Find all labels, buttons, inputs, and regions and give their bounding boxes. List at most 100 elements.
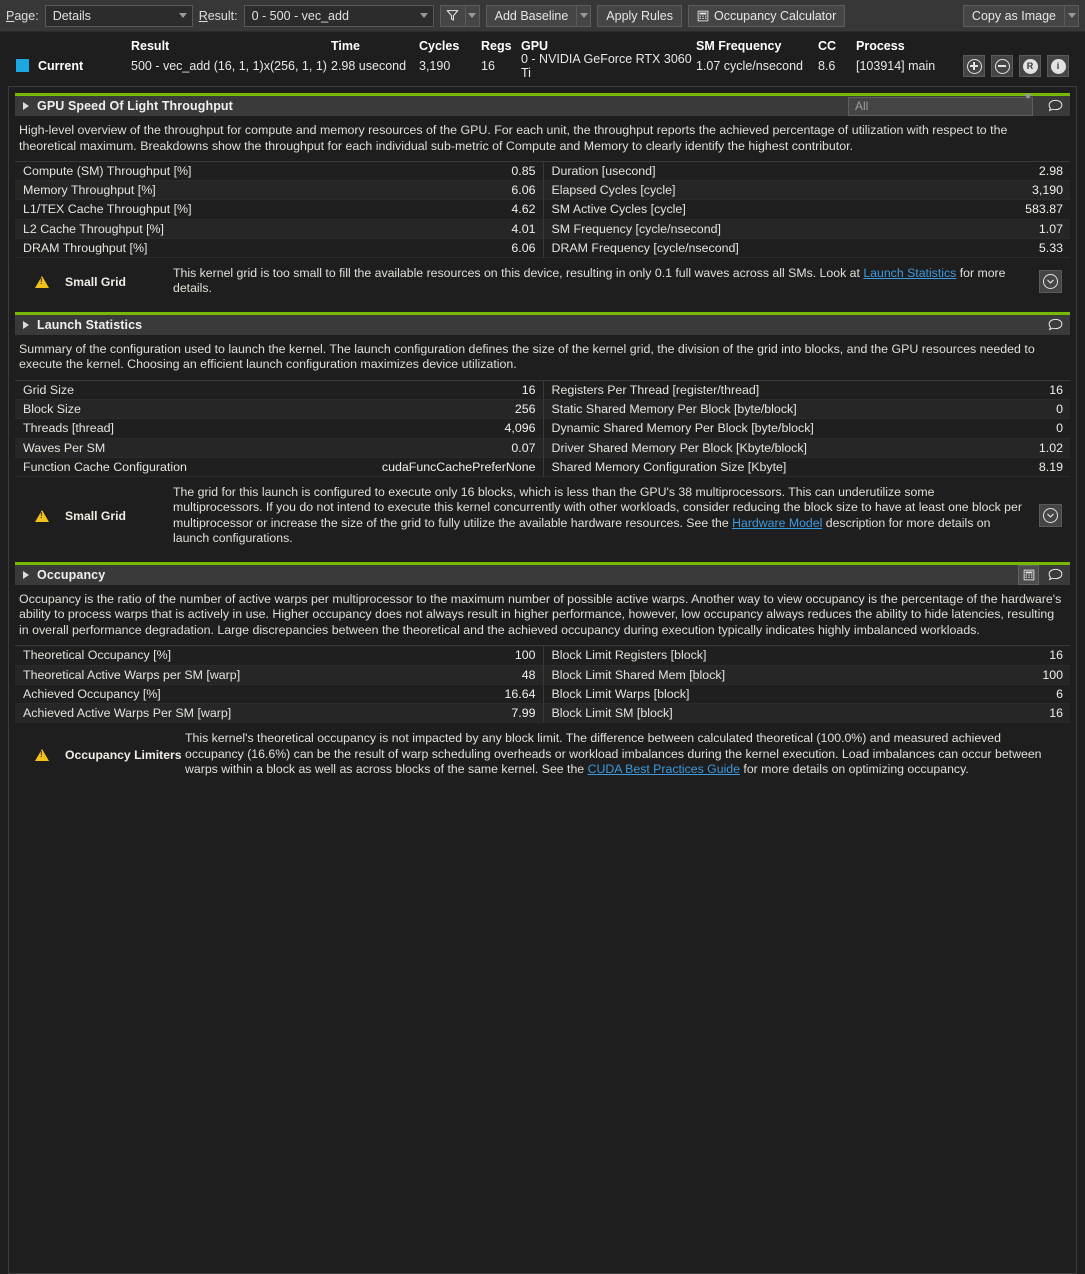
comment-button[interactable] xyxy=(1045,96,1066,116)
rule-link[interactable]: Launch Statistics xyxy=(863,266,956,280)
summary-col-gpu: GPU xyxy=(521,39,549,53)
metric-name: DRAM Throughput [%] xyxy=(23,240,148,255)
metric-name: Compute (SM) Throughput [%] xyxy=(23,164,192,179)
metrics-table: Theoretical Occupancy [%] 100 Block Limit… xyxy=(15,645,1070,724)
section-header[interactable]: Launch Statistics xyxy=(15,311,1070,335)
section-title: Launch Statistics xyxy=(37,317,143,332)
color-swatch xyxy=(16,59,29,72)
metric-value: 16 xyxy=(521,383,536,398)
metric-value: cudaFuncCachePreferNone xyxy=(381,459,536,474)
summary-row-time: 2.98 usecond xyxy=(331,59,407,73)
metric-row: Registers Per Thread [register/thread] 16 xyxy=(542,380,1070,401)
section-occupancy: Occupancy Occupancy is the ratio of the … xyxy=(15,561,1070,787)
result-select[interactable]: 0 - 500 - vec_add xyxy=(243,4,434,27)
rule-row: Occupancy Limiters This kernel's theoret… xyxy=(15,723,1070,787)
copy-as-image-dropdown-button[interactable] xyxy=(1065,4,1079,27)
metric-name: L1/TEX Cache Throughput [%] xyxy=(23,202,192,217)
rule-action-button[interactable] xyxy=(1039,504,1062,528)
metric-row: Duration [usecond] 2.98 xyxy=(542,162,1070,182)
metric-name: Block Limit Registers [block] xyxy=(551,648,707,663)
occupancy-calculator-button[interactable]: Occupancy Calculator xyxy=(687,4,846,27)
warning-icon-wrap xyxy=(19,509,65,523)
rule-row: Small Grid The grid for this launch is c… xyxy=(15,477,1070,556)
summary-row-label: Current xyxy=(16,59,131,73)
metric-row: Compute (SM) Throughput [%] 0.85 xyxy=(15,162,543,182)
metric-row: DRAM Throughput [%] 6.06 xyxy=(15,238,543,258)
info-icon: i xyxy=(1050,58,1066,74)
main-toolbar: Page: Details Result: 0 - 500 - vec_add … xyxy=(0,0,1085,32)
metric-row: Shared Memory Configuration Size [Kbyte]… xyxy=(542,457,1070,477)
metric-row: Driver Shared Memory Per Block [Kbyte/bl… xyxy=(542,438,1070,458)
occupancy-calculator-section-button[interactable] xyxy=(1018,564,1039,585)
reset-button[interactable]: R xyxy=(1019,55,1041,77)
comment-button[interactable] xyxy=(1045,315,1066,335)
metric-name: L2 Cache Throughput [%] xyxy=(23,221,164,236)
filter-button[interactable] xyxy=(439,4,466,27)
rule-row: Small Grid This kernel grid is too small… xyxy=(15,258,1070,306)
result-select-value: 0 - 500 - vec_add xyxy=(251,8,349,23)
metric-value: 16 xyxy=(1049,648,1063,663)
reset-icon: R xyxy=(1022,58,1038,74)
rule-action-button[interactable] xyxy=(1039,269,1062,293)
section-description: High-level overview of the throughput fo… xyxy=(19,123,1008,153)
filter-group xyxy=(439,4,480,27)
page-select[interactable]: Details xyxy=(44,4,193,27)
metric-row: Achieved Occupancy [%] 16.64 xyxy=(15,684,543,704)
rule-name: Small Grid xyxy=(65,509,126,524)
warning-icon xyxy=(35,510,49,523)
copy-as-image-button[interactable]: Copy as Image xyxy=(962,4,1065,27)
info-button[interactable]: i xyxy=(1047,55,1069,77)
metric-value: 7.99 xyxy=(511,706,536,721)
metric-value: 1.02 xyxy=(1038,440,1063,455)
metric-value: 0.85 xyxy=(511,164,536,179)
filter-dropdown-button[interactable] xyxy=(465,4,480,27)
metric-value: 583.87 xyxy=(1025,202,1063,217)
metric-row: Memory Throughput [%] 6.06 xyxy=(15,181,543,201)
expand-triangle-icon[interactable] xyxy=(23,570,29,579)
chevron-down-icon xyxy=(415,6,433,26)
funnel-icon xyxy=(446,10,459,21)
comment-icon xyxy=(1048,318,1063,331)
summary-row-sm-frequency: 1.07 cycle/nsecond xyxy=(696,59,804,73)
details-panel: GPU Speed Of Light Throughput All High-l… xyxy=(8,86,1077,1274)
rule-link[interactable]: Hardware Model xyxy=(732,516,822,530)
metric-name: Grid Size xyxy=(23,383,74,398)
zoom-in-icon xyxy=(966,58,982,74)
expand-triangle-icon[interactable] xyxy=(23,102,29,110)
comment-button[interactable] xyxy=(1045,565,1066,585)
metric-value: 8.19 xyxy=(1038,459,1063,474)
metric-name: Block Limit Shared Mem [block] xyxy=(551,667,726,682)
chevron-down-icon xyxy=(174,6,192,26)
metric-row: Block Limit Registers [block] 16 xyxy=(542,646,1070,666)
summary-row-process: [103914] main xyxy=(856,59,936,73)
metric-name: SM Frequency [cycle/nsecond] xyxy=(551,221,721,236)
metric-value: 6 xyxy=(1056,686,1063,701)
metric-row: SM Frequency [cycle/nsecond] 1.07 xyxy=(542,219,1070,239)
summary-current-row[interactable]: Current 500 - vec_add (16, 1, 1)x(256, 1… xyxy=(0,52,1085,80)
apply-rules-button[interactable]: Apply Rules xyxy=(597,4,682,27)
zoom-out-button[interactable] xyxy=(991,55,1013,77)
metric-name: Achieved Active Warps Per SM [warp] xyxy=(23,706,232,721)
zoom-in-button[interactable] xyxy=(963,55,985,77)
expand-triangle-icon[interactable] xyxy=(23,320,29,329)
metric-value: 4,096 xyxy=(504,421,536,436)
summary-col-cycles: Cycles xyxy=(419,39,460,53)
page-label: Page: xyxy=(6,8,39,23)
section-filter-select[interactable]: All xyxy=(848,94,1033,116)
chevron-down-icon xyxy=(1024,94,1032,113)
page-select-value: Details xyxy=(52,8,91,23)
calculator-icon xyxy=(697,10,709,21)
metric-row: Dynamic Shared Memory Per Block [byte/bl… xyxy=(542,419,1070,439)
add-baseline-button[interactable]: Add Baseline xyxy=(485,4,578,27)
metric-value: 5.33 xyxy=(1038,240,1063,255)
section-header[interactable]: GPU Speed Of Light Throughput All xyxy=(15,93,1070,116)
metric-name: Threads [thread] xyxy=(23,421,114,436)
rule-link[interactable]: CUDA Best Practices Guide xyxy=(588,762,740,776)
add-baseline-dropdown-button[interactable] xyxy=(577,4,592,27)
metric-row: Block Limit SM [block] 16 xyxy=(542,703,1070,724)
rule-name: Small Grid xyxy=(65,274,126,289)
occupancy-calculator-label: Occupancy Calculator xyxy=(713,8,837,23)
section-header[interactable]: Occupancy xyxy=(15,561,1070,585)
metric-value: 1.07 xyxy=(1038,221,1063,236)
summary-col-regs: Regs xyxy=(481,39,512,53)
